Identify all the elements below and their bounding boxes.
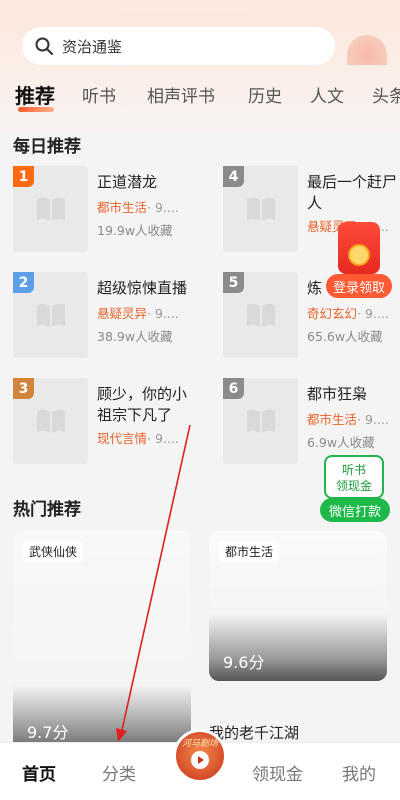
listen-cash-badge: 听书 领现金	[324, 455, 384, 499]
category-tabs: 推荐 听书 相声评书 历史 人文 头条	[0, 82, 400, 112]
daily-section-title: 每日推荐	[13, 137, 81, 157]
rank-badge: 2	[13, 272, 34, 293]
header-background	[0, 0, 400, 135]
hot-book-score: 9.7分	[27, 723, 69, 742]
book-genre: 现代言情· 9....	[97, 431, 179, 446]
tab-crosstalk[interactable]: 相声评书	[147, 82, 215, 107]
book-icon	[36, 197, 65, 221]
search-placeholder: 资治通鉴	[62, 37, 123, 56]
tab-history[interactable]: 历史	[248, 82, 282, 107]
theater-logo-text: 河马剧场	[181, 739, 218, 749]
book-genre: 奇幻玄幻· 9....	[307, 306, 389, 321]
rank-badge: 3	[13, 378, 34, 399]
book-icon	[36, 409, 65, 433]
search-bar[interactable]: 资治通鉴	[22, 27, 335, 65]
book-title: 超级惊悚直播	[97, 279, 188, 297]
book-favorites: 38.9w人收藏	[97, 329, 173, 344]
book-icon	[246, 409, 275, 433]
login-reward-float[interactable]: 登录领取	[326, 222, 392, 298]
nav-earn-cash[interactable]: 领现金	[252, 760, 303, 785]
book-title: 都市狂枭	[307, 385, 368, 403]
tab-audiobook[interactable]: 听书	[82, 82, 116, 107]
book-genre: 都市生活· 9....	[307, 412, 389, 427]
search-icon	[35, 37, 53, 55]
nav-mine[interactable]: 我的	[342, 760, 376, 785]
login-reward-label: 登录领取	[326, 274, 392, 298]
hot-book-tag: 武侠仙侠	[23, 541, 84, 562]
book-title: 最后一个赶尸人	[307, 173, 398, 212]
tab-headlines[interactable]: 头条	[372, 82, 400, 107]
book-favorites: 6.9w人收藏	[307, 435, 375, 450]
hot-book-score: 9.6分	[223, 653, 265, 672]
coin-icon	[348, 244, 370, 266]
bottom-navigation: 首页 分类 河马剧场 领现金 我的	[0, 729, 400, 800]
book-icon	[36, 303, 65, 327]
nav-category[interactable]: 分类	[102, 760, 136, 785]
rank-badge: 1	[13, 166, 34, 187]
hot-section-title: 热门推荐	[13, 500, 81, 520]
book-icon	[246, 197, 275, 221]
listen-label: 听书	[341, 463, 366, 477]
rank-badge: 4	[223, 166, 244, 187]
book-favorites: 19.9w人收藏	[97, 223, 173, 238]
book-item[interactable]: 3 顾少，你的小祖宗下凡了 现代言情· 9....	[13, 378, 203, 468]
rank-badge: 5	[223, 272, 244, 293]
play-icon	[191, 751, 209, 769]
book-title: 正道潜龙	[97, 173, 158, 191]
active-tab-indicator	[18, 107, 54, 112]
book-item[interactable]: 1 正道潜龙 都市生活· 9.... 19.9w人收藏	[13, 166, 203, 256]
nav-home[interactable]: 首页	[22, 760, 56, 785]
book-icon	[246, 303, 275, 327]
nav-theater-button[interactable]: 河马剧场	[173, 729, 227, 783]
book-item[interactable]: 2 超级惊悚直播 悬疑灵异· 9.... 38.9w人收藏	[13, 272, 203, 362]
hot-book-card[interactable]: 都市生活 9.6分	[209, 531, 387, 681]
wechat-pay-label: 微信打款	[320, 498, 390, 522]
book-genre: 都市生活· 9....	[97, 200, 179, 215]
hot-book-card[interactable]: 武侠仙侠 9.7分	[13, 531, 191, 751]
tab-recommend[interactable]: 推荐	[15, 80, 55, 109]
book-genre: 悬疑灵异· 9....	[97, 306, 179, 321]
hot-book-tag: 都市生活	[219, 541, 280, 562]
listen-cash-float[interactable]: 听书 领现金 微信打款	[320, 455, 394, 523]
cash-label: 领现金	[335, 479, 372, 493]
book-favorites: 65.6w人收藏	[307, 329, 383, 344]
rank-badge: 6	[223, 378, 244, 399]
tab-humanities[interactable]: 人文	[310, 82, 344, 107]
book-title: 顾少，你的小祖宗下凡了	[97, 385, 188, 424]
